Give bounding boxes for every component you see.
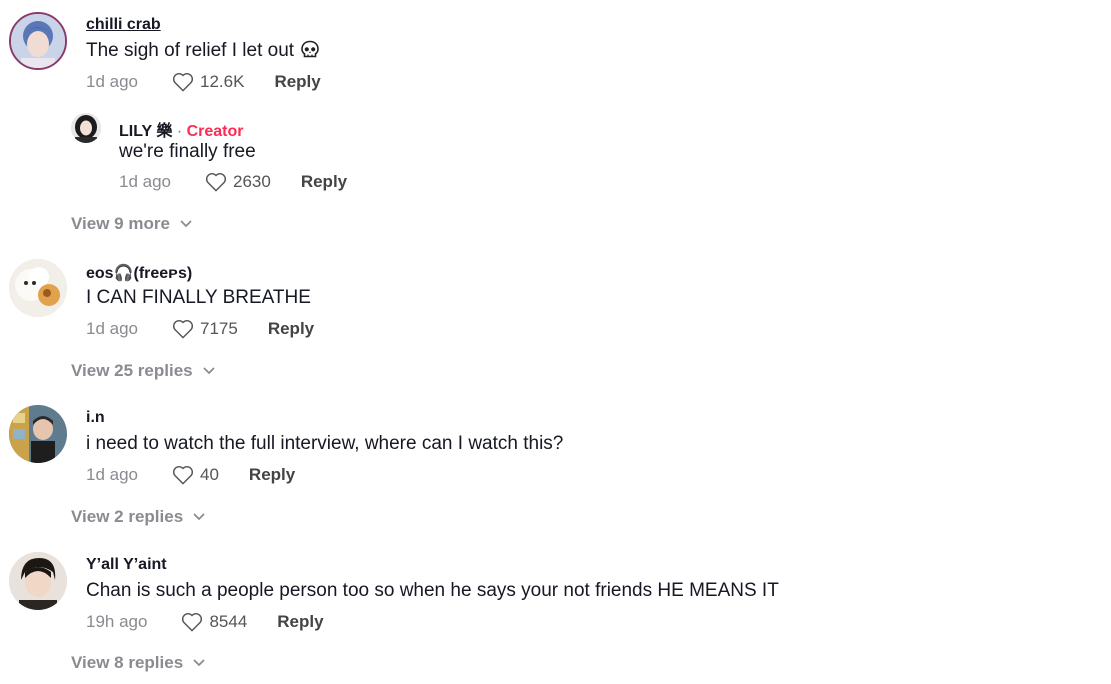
chevron-down-icon (203, 367, 215, 374)
heart-icon (172, 465, 194, 485)
comment-username[interactable]: i.n (86, 409, 105, 427)
avatar[interactable] (9, 552, 67, 610)
heart-icon (182, 612, 203, 632)
chevron-down-icon (180, 220, 192, 227)
like-button[interactable]: 7175 (172, 319, 238, 339)
reply-button[interactable]: Reply (301, 172, 347, 192)
reply-button[interactable]: Reply (277, 612, 323, 632)
view-replies-button[interactable]: View 2 replies (71, 507, 205, 527)
reply-button[interactable]: Reply (268, 319, 314, 339)
like-count: 40 (200, 465, 219, 484)
comment-meta: 1d ago 7175 Reply (86, 319, 314, 339)
creator-badge: Creator (186, 123, 244, 140)
comment-time: 19h ago (86, 612, 148, 631)
reply-time: 1d ago (119, 172, 171, 191)
reply-text: we're finally free (119, 141, 256, 162)
heart-icon (172, 72, 194, 92)
reply-meta: 1d ago 2630 Reply (119, 172, 347, 192)
comment-username[interactable]: Y’all Y’aint (86, 556, 167, 574)
view-more-button[interactable]: View 9 more (71, 214, 192, 234)
comment-time: 1d ago (86, 319, 138, 338)
avatar[interactable] (9, 405, 67, 463)
like-count: 2630 (233, 172, 271, 191)
avatar[interactable] (71, 113, 101, 143)
comment-text: The sigh of relief I let out (86, 40, 320, 66)
avatar[interactable] (9, 12, 67, 70)
like-button[interactable]: 8544 (181, 612, 247, 632)
chevron-down-icon (193, 513, 205, 520)
comment-meta: 1d ago 40 Reply (86, 465, 295, 485)
comment-time: 1d ago (86, 72, 138, 91)
comment-username[interactable]: eos🎧(freeᴘs) (86, 263, 192, 283)
heart-icon (172, 319, 194, 339)
comment-text: i need to watch the full interview, wher… (86, 433, 564, 454)
comment-username[interactable]: chilli crab (86, 16, 161, 34)
reply-button[interactable]: Reply (274, 72, 320, 92)
view-replies-button[interactable]: View 25 replies (71, 361, 215, 381)
comment-meta: 19h ago 8544 Reply (86, 612, 324, 632)
like-count: 8544 (209, 612, 248, 631)
view-replies-button[interactable]: View 8 replies (71, 653, 205, 673)
heart-icon (205, 172, 227, 192)
like-count: 7175 (200, 319, 238, 338)
chevron-down-icon (193, 659, 205, 666)
like-button[interactable]: 2630 (205, 172, 271, 192)
reply-username: LILY 樂 · Creator (119, 123, 244, 140)
comment-meta: 1d ago 12.6K Reply (86, 72, 321, 92)
skull-icon (300, 40, 320, 66)
reply-button[interactable]: Reply (249, 465, 295, 485)
like-count: 12.6K (200, 72, 245, 91)
comment-time: 1d ago (86, 465, 138, 484)
comment-text: I CAN FINALLY BREATHE (86, 287, 311, 308)
like-button[interactable]: 12.6K (172, 72, 244, 92)
comment-text: Chan is such a people person too so when… (86, 580, 779, 601)
avatar[interactable] (9, 259, 67, 317)
like-button[interactable]: 40 (172, 465, 219, 485)
